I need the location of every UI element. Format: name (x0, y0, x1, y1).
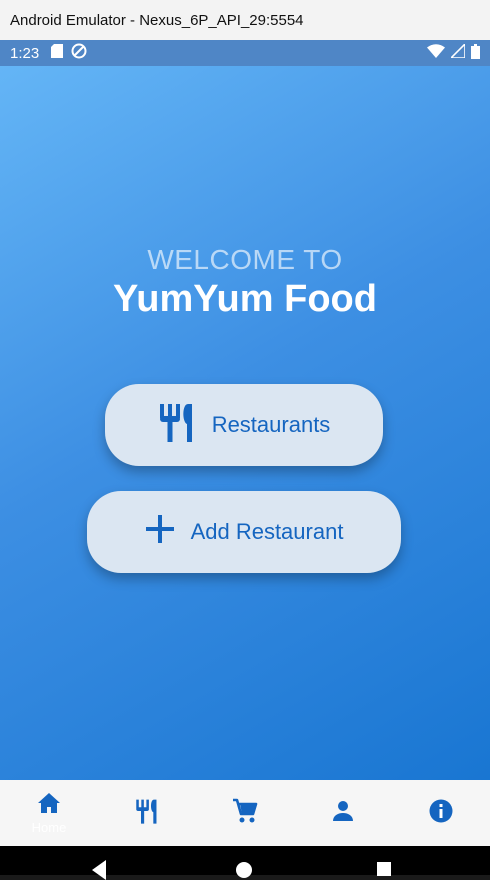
app-brand-title: YumYum Food (113, 278, 377, 320)
add-restaurant-button-label: Add Restaurant (190, 519, 344, 544)
signal-icon (449, 42, 466, 62)
restaurants-button-label: Restaurants (211, 412, 331, 437)
recent-apps-icon[interactable] (377, 862, 391, 876)
app-screen: WELCOME TO YumYum Food Restaurants Add R… (0, 66, 490, 780)
restaurant-icon (135, 798, 159, 829)
add-restaurant-button[interactable]: Add Restaurant (87, 491, 401, 573)
plus-icon (145, 514, 175, 550)
restaurants-button[interactable]: Restaurants (105, 384, 383, 466)
window-title: Android Emulator - Nexus_6P_API_29:5554 (0, 0, 490, 40)
sd-card-icon (51, 44, 64, 62)
bottom-navigation: Home (0, 780, 490, 846)
wifi-icon (427, 44, 445, 62)
welcome-text: WELCOME TO (147, 244, 343, 275)
battery-icon (471, 43, 480, 63)
system-navigation-bar (0, 846, 490, 880)
status-bar: 1:23 (0, 40, 490, 66)
home-circle-icon[interactable] (236, 862, 252, 878)
home-icon (37, 792, 61, 819)
person-icon (332, 800, 354, 827)
restaurant-icon (158, 402, 196, 448)
nav-info[interactable] (411, 783, 471, 843)
nav-profile[interactable] (313, 783, 373, 843)
no-disturb-icon (71, 43, 87, 63)
back-icon[interactable] (92, 860, 106, 880)
nav-home-label: Home (31, 819, 67, 835)
status-time: 1:23 (10, 44, 40, 62)
nav-restaurants[interactable] (117, 783, 177, 843)
nav-cart[interactable] (215, 783, 275, 843)
cart-icon (232, 798, 258, 829)
nav-home[interactable]: Home (19, 783, 79, 843)
info-icon (429, 799, 453, 828)
